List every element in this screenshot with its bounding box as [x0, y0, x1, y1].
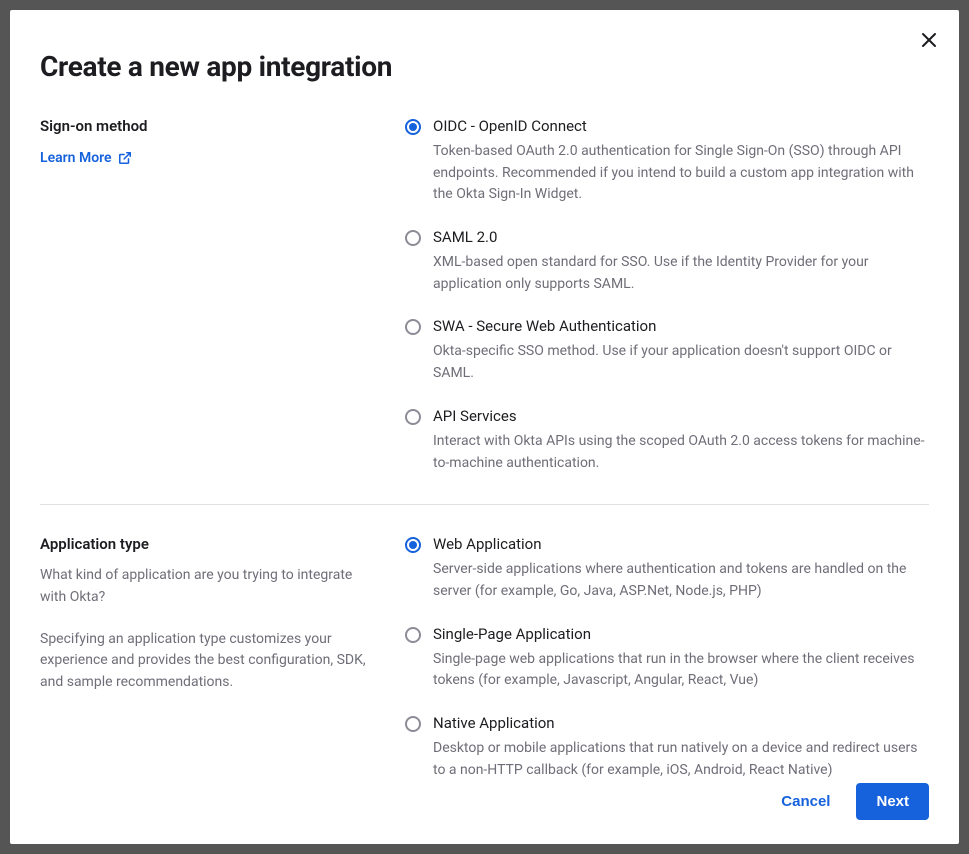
next-button[interactable]: Next: [856, 783, 929, 820]
option-saml[interactable]: SAML 2.0 XML-based open standard for SSO…: [405, 228, 929, 295]
option-title: SWA - Secure Web Authentication: [433, 317, 929, 335]
radio-oidc[interactable]: [405, 119, 421, 135]
close-icon: [921, 32, 937, 48]
create-app-modal: Create a new app integration Sign-on met…: [10, 10, 959, 844]
option-title: OIDC - OpenID Connect: [433, 117, 929, 135]
option-api-services[interactable]: API Services Interact with Okta APIs usi…: [405, 407, 929, 474]
option-oidc[interactable]: OIDC - OpenID Connect Token-based OAuth …: [405, 117, 929, 206]
learn-more-text: Learn More: [40, 150, 112, 166]
option-swa[interactable]: SWA - Secure Web Authentication Okta-spe…: [405, 317, 929, 384]
modal-title: Create a new app integration: [40, 50, 929, 83]
option-desc: Okta-specific SSO method. Use if your ap…: [433, 341, 929, 384]
option-title: Native Application: [433, 714, 929, 732]
radio-web-app[interactable]: [405, 537, 421, 553]
option-desc: Single-page web applications that run in…: [433, 649, 929, 692]
option-native-app[interactable]: Native Application Desktop or mobile app…: [405, 714, 929, 781]
app-type-heading: Application type: [40, 535, 375, 553]
app-type-options: Web Application Server-side applications…: [405, 535, 929, 781]
option-web-app[interactable]: Web Application Server-side applications…: [405, 535, 929, 602]
close-button[interactable]: [917, 28, 941, 52]
option-desc: XML-based open standard for SSO. Use if …: [433, 252, 929, 295]
app-type-section: Application type What kind of applicatio…: [40, 504, 929, 783]
option-title: API Services: [433, 407, 929, 425]
sign-on-options: OIDC - OpenID Connect Token-based OAuth …: [405, 117, 929, 474]
radio-api-services[interactable]: [405, 409, 421, 425]
radio-spa[interactable]: [405, 627, 421, 643]
app-type-subtext-1: What kind of application are you trying …: [40, 565, 375, 608]
modal-footer: Cancel Next: [10, 783, 959, 844]
option-desc: Server-side applications where authentic…: [433, 559, 929, 602]
option-title: SAML 2.0: [433, 228, 929, 246]
radio-native-app[interactable]: [405, 716, 421, 732]
option-desc: Token-based OAuth 2.0 authentication for…: [433, 141, 929, 206]
option-spa[interactable]: Single-Page Application Single-page web …: [405, 625, 929, 692]
sign-on-heading: Sign-on method: [40, 117, 375, 135]
app-type-subtext-2: Specifying an application type customize…: [40, 629, 375, 694]
option-title: Single-Page Application: [433, 625, 929, 643]
option-desc: Interact with Okta APIs using the scoped…: [433, 431, 929, 474]
option-desc: Desktop or mobile applications that run …: [433, 738, 929, 781]
cancel-button[interactable]: Cancel: [773, 783, 838, 820]
radio-saml[interactable]: [405, 230, 421, 246]
sign-on-section: Sign-on method Learn More OIDC - OpenID …: [40, 117, 929, 504]
learn-more-link[interactable]: Learn More: [40, 150, 132, 166]
radio-swa[interactable]: [405, 319, 421, 335]
external-link-icon: [118, 151, 132, 165]
option-title: Web Application: [433, 535, 929, 553]
